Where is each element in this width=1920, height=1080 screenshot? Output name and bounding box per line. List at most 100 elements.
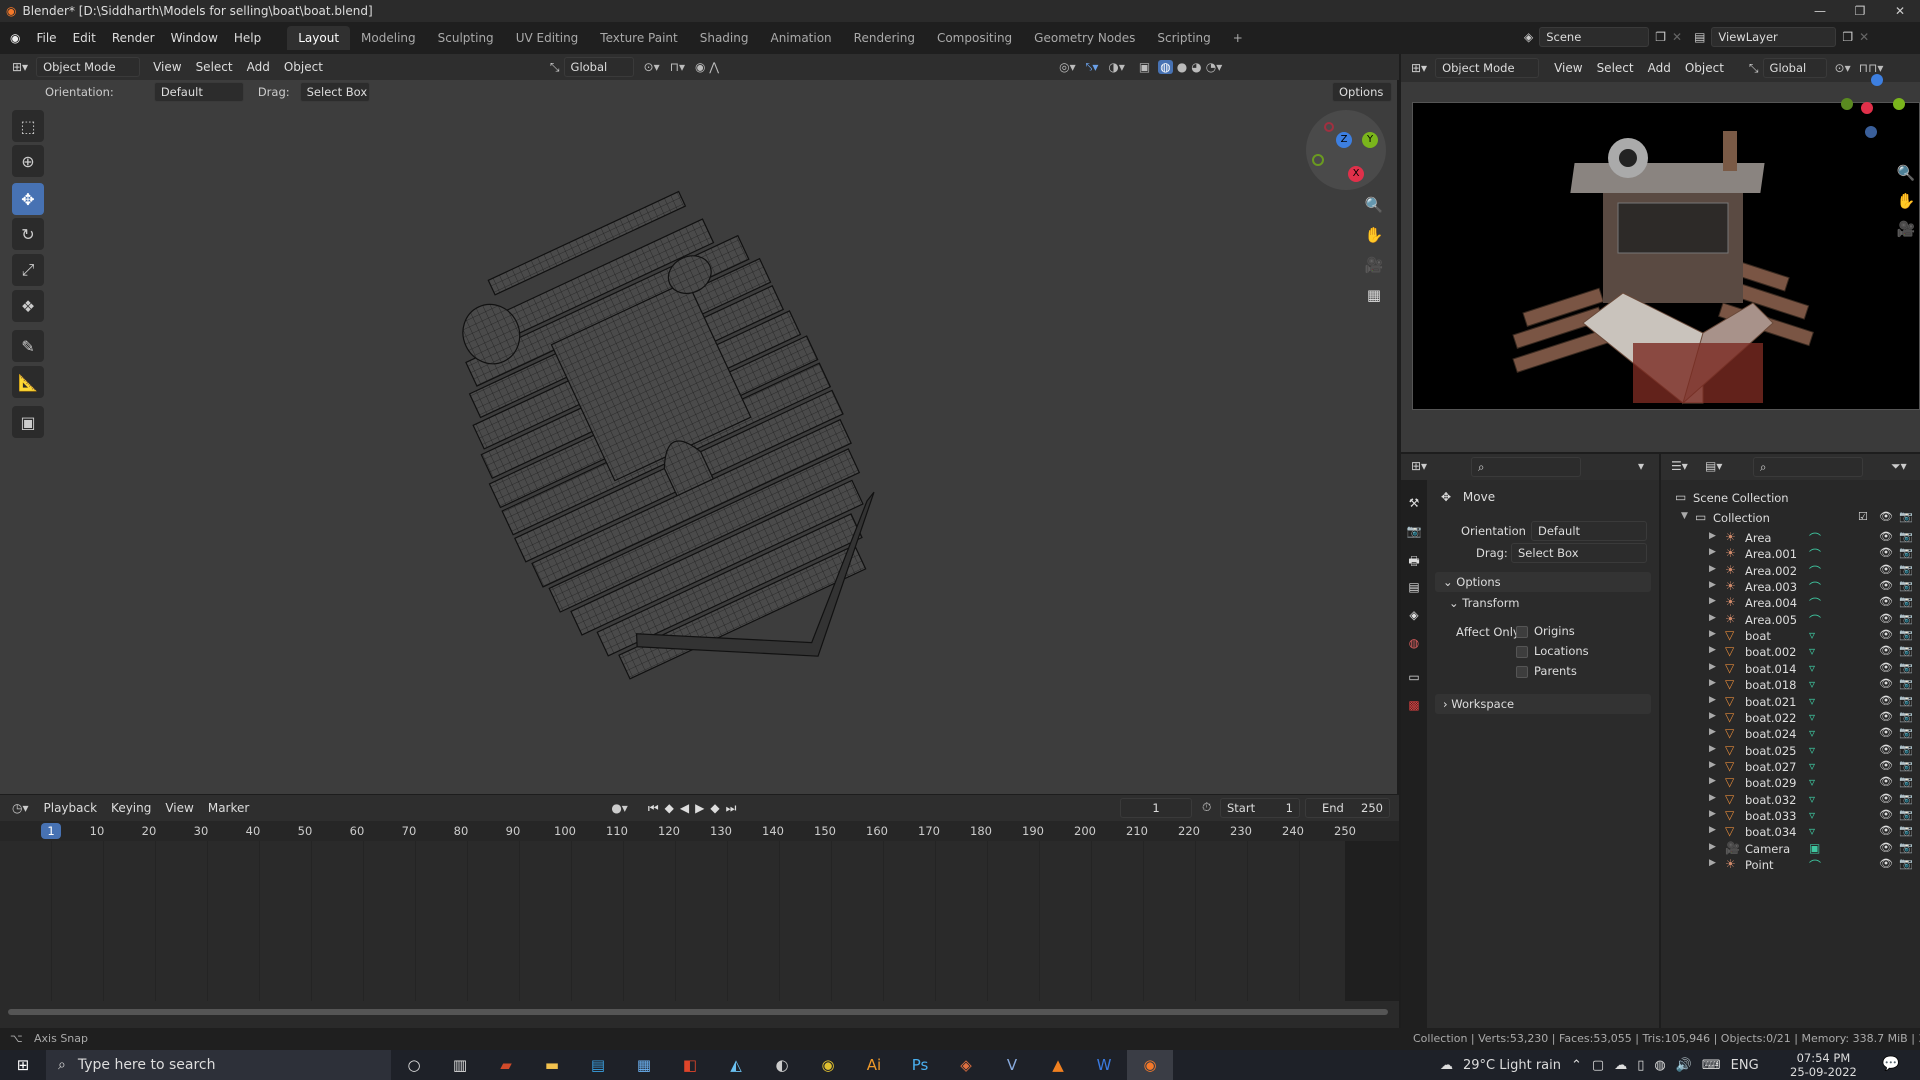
- render-camera-icon[interactable]: 📷: [1899, 775, 1913, 788]
- tray-app-icon[interactable]: ▢: [1592, 1058, 1604, 1073]
- rvp-menu-select[interactable]: Select: [1590, 61, 1641, 75]
- rotate-tool[interactable]: ↻: [12, 218, 44, 250]
- tool-tab-icon[interactable]: ⚒: [1406, 496, 1422, 512]
- render-camera-icon[interactable]: 📷: [1899, 628, 1913, 641]
- rendered-viewport[interactable]: ⊞▾ Object Mode View Select Add Object ⤡ …: [1401, 54, 1920, 452]
- eye-icon[interactable]: 👁: [1879, 595, 1893, 608]
- network-icon[interactable]: ◍: [1654, 1058, 1665, 1073]
- eye-icon[interactable]: 👁: [1879, 661, 1893, 674]
- snap-icon[interactable]: ⊓▾: [670, 60, 685, 74]
- pan-hand-icon-2[interactable]: ✋: [1892, 187, 1920, 215]
- mesh-data-icon[interactable]: ▿: [1809, 694, 1815, 708]
- mesh-data-icon[interactable]: ▿: [1809, 759, 1815, 773]
- stopwatch-icon[interactable]: ⏱: [1202, 800, 1211, 815]
- timeline-editor[interactable]: ◷▾ Playback Keying View Marker ●▾ ⏮ ◆ ◀ …: [0, 795, 1399, 1028]
- volume-icon[interactable]: 🔊: [1676, 1058, 1692, 1073]
- gizmo-x-axis[interactable]: X: [1348, 166, 1364, 182]
- menu-help[interactable]: Help: [226, 31, 269, 45]
- viewport-menu-add[interactable]: Add: [240, 60, 277, 74]
- workspace-panel-header[interactable]: › Workspace: [1435, 694, 1651, 714]
- eye-icon[interactable]: 👁: [1879, 808, 1893, 821]
- timeline-menu-marker[interactable]: Marker: [201, 801, 256, 815]
- options-panel-header[interactable]: ⌄ Options: [1435, 572, 1651, 592]
- navigation-gizmo-2[interactable]: [1841, 74, 1911, 144]
- current-frame-field[interactable]: 1: [1120, 798, 1192, 818]
- zoom-icon[interactable]: 🔍: [1360, 191, 1388, 219]
- mesh-data-icon[interactable]: ▿: [1809, 743, 1815, 757]
- expand-arrow-icon[interactable]: ▶: [1709, 825, 1716, 835]
- mesh-data-icon[interactable]: ▿: [1809, 661, 1815, 675]
- shading-rendered-icon[interactable]: ◔▾: [1206, 60, 1223, 74]
- render-camera-icon[interactable]: 📷: [1899, 824, 1913, 837]
- taskbar-search[interactable]: ⌕ Type here to search: [46, 1050, 391, 1080]
- eye-icon[interactable]: 👁: [1879, 677, 1893, 690]
- render-camera-icon[interactable]: 📷: [1899, 759, 1913, 772]
- timeline-menu-playback[interactable]: Playback: [37, 801, 105, 815]
- transform-subpanel-header[interactable]: ⌄ Transform: [1449, 596, 1520, 610]
- light-data-icon[interactable]: ⌒: [1809, 857, 1821, 874]
- measure-tool[interactable]: 📐: [12, 366, 44, 398]
- eye-icon[interactable]: 👁: [1879, 546, 1893, 559]
- render-camera-icon[interactable]: 📷: [1899, 612, 1913, 625]
- outliner-search[interactable]: ⌕: [1753, 457, 1863, 477]
- eye-icon[interactable]: 👁: [1879, 628, 1893, 641]
- gizmo-toggle-icon[interactable]: ⤣▾: [1086, 60, 1099, 75]
- object-mode-dropdown[interactable]: Object Mode: [36, 57, 141, 77]
- expand-arrow-icon[interactable]: ▶: [1709, 547, 1716, 557]
- render-camera-icon[interactable]: 📷: [1899, 530, 1913, 543]
- start-frame-field[interactable]: Start 1: [1220, 798, 1300, 818]
- eye-icon[interactable]: 👁: [1879, 824, 1893, 837]
- tab-animation[interactable]: Animation: [759, 26, 842, 50]
- render-camera-icon[interactable]: 📷: [1899, 792, 1913, 805]
- tab-scripting[interactable]: Scripting: [1146, 26, 1221, 50]
- eye-icon[interactable]: 👁: [1879, 726, 1893, 739]
- eye-icon[interactable]: 👁: [1879, 510, 1893, 523]
- tab-compositing[interactable]: Compositing: [926, 26, 1023, 50]
- render-camera-icon[interactable]: 📷: [1899, 743, 1913, 756]
- collection-tab-icon[interactable]: ▭: [1406, 670, 1422, 686]
- tab-shading[interactable]: Shading: [689, 26, 760, 50]
- xray-icon[interactable]: ▣: [1139, 60, 1150, 74]
- clock[interactable]: 07:54 PM 25-09-2022: [1790, 1051, 1857, 1079]
- eye-icon[interactable]: 👁: [1879, 759, 1893, 772]
- annotate-tool[interactable]: ✎: [12, 330, 44, 362]
- frame-ruler[interactable]: 1 10 20 30 40 50 60 70 80 90 100 110 120…: [0, 821, 1399, 841]
- orientation-dropdown[interactable]: Default: [153, 82, 244, 102]
- eye-icon[interactable]: 👁: [1879, 530, 1893, 543]
- viewport-menu-view[interactable]: View: [146, 60, 188, 74]
- photos-icon[interactable]: ▤: [575, 1050, 621, 1080]
- view-layer-icon[interactable]: ▤: [1694, 30, 1705, 44]
- delete-scene-icon[interactable]: ✕: [1672, 30, 1682, 44]
- prop-orientation-dropdown[interactable]: Default: [1531, 521, 1647, 541]
- gizmo-neg-y[interactable]: [1312, 154, 1324, 166]
- new-scene-icon[interactable]: ❐: [1655, 30, 1666, 44]
- cursor-tool[interactable]: ⊕: [12, 145, 44, 177]
- gizmo-neg-z-2[interactable]: [1865, 126, 1877, 138]
- word-icon[interactable]: W: [1081, 1050, 1127, 1080]
- gizmo-neg-y-2[interactable]: [1841, 98, 1853, 110]
- mesh-data-icon[interactable]: ▿: [1809, 792, 1815, 806]
- locations-checkbox[interactable]: Locations: [1516, 644, 1589, 658]
- blender-taskbar-icon[interactable]: ◉: [1127, 1050, 1173, 1080]
- rvp-menu-view[interactable]: View: [1547, 61, 1589, 75]
- proportional-edit-icon[interactable]: ◉ ⋀: [695, 60, 719, 74]
- keyboard-icon[interactable]: ⌨: [1702, 1058, 1721, 1073]
- filter-icon[interactable]: ⏷▾: [1891, 459, 1907, 474]
- timeline-menu-view[interactable]: View: [158, 801, 200, 815]
- play-reverse-icon[interactable]: ◀: [680, 801, 689, 815]
- eye-icon[interactable]: 👁: [1879, 563, 1893, 576]
- battery-icon[interactable]: ▯: [1637, 1058, 1644, 1073]
- viewport-3d[interactable]: [0, 54, 1399, 794]
- perspective-grid-icon[interactable]: ▦: [1360, 281, 1388, 309]
- camera-view-icon-2[interactable]: 🎥: [1892, 215, 1920, 243]
- visibility-icon[interactable]: ◎▾: [1059, 60, 1076, 74]
- output-tab-icon[interactable]: 🖶: [1406, 552, 1422, 568]
- render-camera-icon[interactable]: 📷: [1899, 579, 1913, 592]
- mesh-data-icon[interactable]: ▿: [1809, 824, 1815, 838]
- eye-icon[interactable]: 👁: [1879, 612, 1893, 625]
- expand-arrow-icon[interactable]: ▶: [1709, 695, 1716, 705]
- notifications-icon[interactable]: 💬: [1882, 1056, 1899, 1072]
- render-camera-icon[interactable]: 📷: [1899, 510, 1913, 523]
- render-camera-icon[interactable]: 📷: [1899, 563, 1913, 576]
- origins-checkbox[interactable]: Origins: [1516, 624, 1575, 638]
